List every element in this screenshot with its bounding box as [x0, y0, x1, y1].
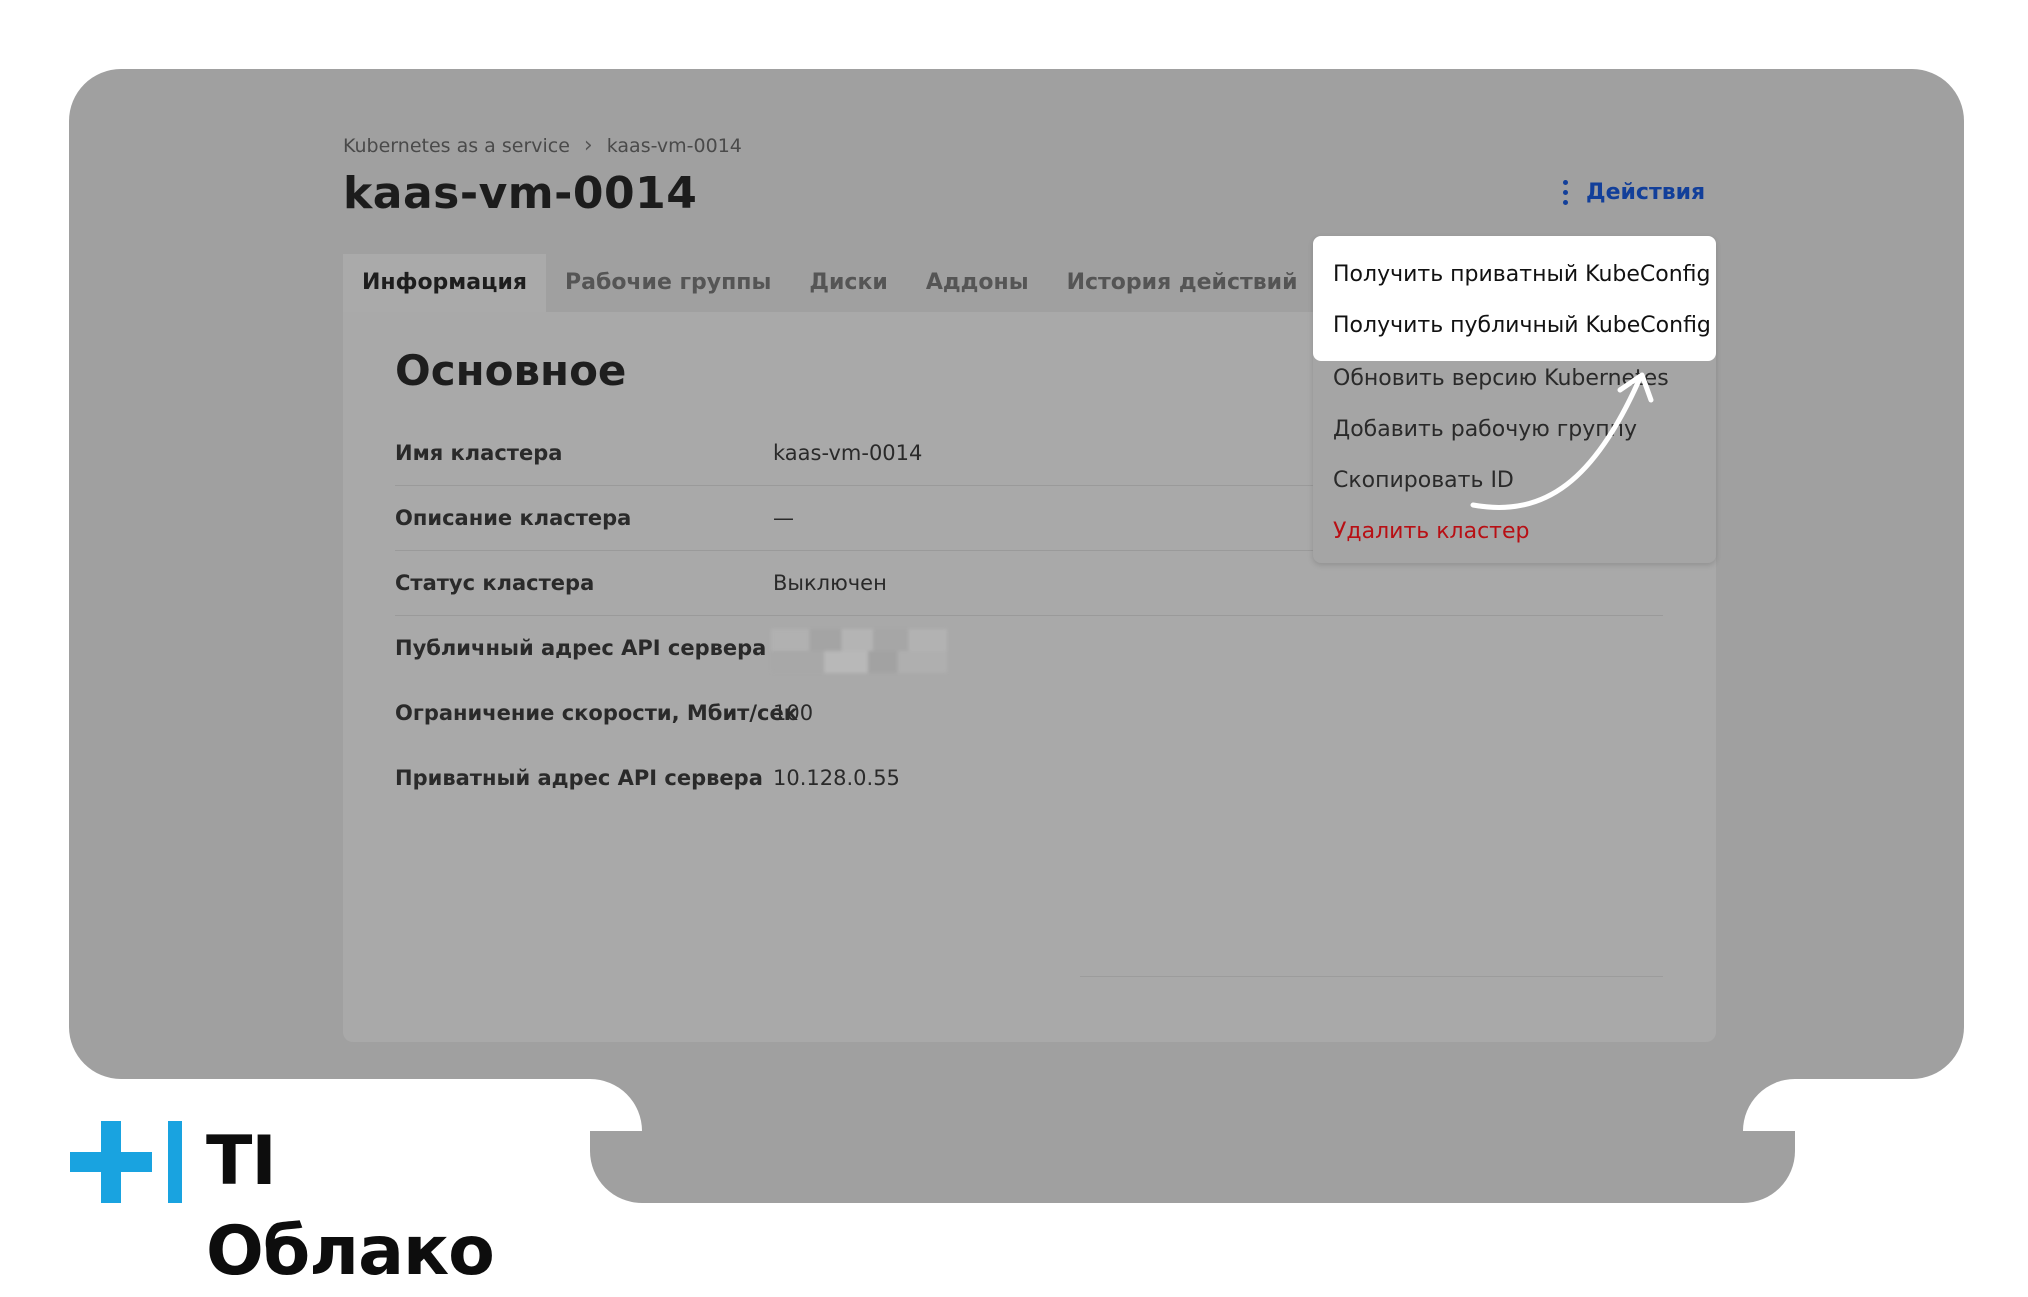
info-row-speed-limit: Ограничение скорости, Мбит/сек 100 [395, 681, 1663, 746]
row-value: kaas-vm-0014 [773, 441, 923, 465]
breadcrumb: Kubernetes as a service › kaas-vm-0014 [343, 133, 742, 158]
row-value: — [773, 506, 794, 530]
row-label: Ограничение скорости, Мбит/сек [395, 701, 798, 725]
row-value: Выключен [773, 571, 887, 595]
brand-logo: TI Облако [70, 1117, 570, 1291]
tab-info[interactable]: Информация [343, 254, 546, 312]
frame-bottom-tab [590, 1040, 1795, 1203]
divider [1080, 976, 1663, 977]
tab-history[interactable]: История действий [1048, 254, 1317, 312]
menu-item-public-kubeconfig[interactable]: Получить публичный KubeConfig [1333, 313, 1711, 338]
logo-bar-icon [168, 1121, 182, 1203]
kebab-menu-icon [1563, 180, 1568, 205]
tab-addons[interactable]: Аддоны [907, 254, 1048, 312]
actions-label: Действия [1586, 180, 1706, 205]
info-row-private-api-address: Приватный адрес API сервера 10.128.0.55 [395, 746, 1663, 811]
actions-button[interactable]: Действия [1563, 180, 1705, 205]
logo-text: TI Облако [206, 1122, 495, 1291]
logo-plus-icon-vertical [101, 1121, 121, 1203]
frame-notch-right [1743, 1079, 1795, 1131]
row-label: Описание кластера [395, 506, 632, 530]
row-label: Приватный адрес API сервера [395, 766, 763, 790]
frame-notch-left [590, 1079, 642, 1131]
section-title: Основное [395, 346, 627, 395]
row-value: 10.128.0.55 [773, 766, 900, 790]
tab-disks[interactable]: Диски [790, 254, 906, 312]
row-label: Имя кластера [395, 441, 563, 465]
highlighted-menu-group: Получить приватный KubeConfig Получить п… [1313, 236, 1716, 361]
breadcrumb-item-current: kaas-vm-0014 [606, 134, 742, 157]
menu-item-private-kubeconfig[interactable]: Получить приватный KubeConfig [1333, 262, 1710, 287]
tab-bar: Информация Рабочие группы Диски Аддоны И… [343, 254, 1317, 312]
menu-item-delete-cluster[interactable]: Удалить кластер [1333, 519, 1529, 544]
info-row-public-api-address: Публичный адрес API сервера [395, 616, 1663, 681]
redacted-value [771, 629, 947, 673]
row-value: 100 [773, 701, 814, 725]
annotation-arrow-icon [1470, 372, 1654, 510]
row-label: Публичный адрес API сервера [395, 636, 767, 660]
row-label: Статус кластера [395, 571, 595, 595]
chevron-right-icon: › [583, 133, 593, 158]
tab-worker-groups[interactable]: Рабочие группы [546, 254, 790, 312]
breadcrumb-item-kaas[interactable]: Kubernetes as a service [343, 135, 570, 157]
page-title: kaas-vm-0014 [343, 168, 698, 219]
